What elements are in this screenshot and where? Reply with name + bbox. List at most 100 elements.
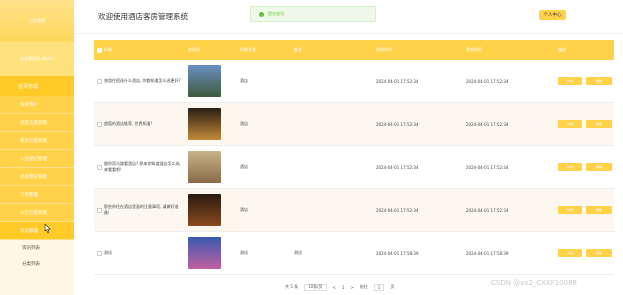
delete-button-label: 删除 — [595, 208, 602, 212]
table-row: 超值的酒店推荐, 世界知道! 酒店 2024-04-01 17:52:34 20… — [94, 103, 614, 146]
sidebar-item-rooms[interactable]: 客房信息管理 — [0, 132, 74, 150]
detail-button[interactable]: 详情 — [558, 249, 582, 257]
row-updated: 2024-04-01 17:52:34 — [466, 207, 509, 213]
table-row: 跟你用马路看酒店? 原来你知道酒店怎么选, 来看看吧! 酒店 2024-04-0… — [94, 146, 614, 189]
header-cell-note: 备注 — [294, 47, 302, 52]
header-cell-updated[interactable]: 更新时间 — [466, 47, 558, 53]
success-check-icon — [259, 11, 264, 17]
delete-button[interactable]: 删除 — [586, 206, 612, 214]
sidebar-subitem-news-list[interactable]: 资讯列表 — [0, 240, 74, 256]
current-page[interactable]: 1 — [342, 285, 345, 290]
header-cell-image: 封面图 — [188, 47, 200, 52]
row-image-cell — [188, 108, 240, 140]
delete-button[interactable]: 删除 — [586, 163, 612, 171]
row-updated: 2024-04-01 17:52:34 — [466, 121, 509, 127]
sidebar-item-hotels[interactable]: 酒店信息管理 — [0, 114, 74, 132]
delete-button[interactable]: 删除 — [586, 120, 612, 128]
news-table: 标题 封面图 所属分类 备注 创建时间 更新时间 操作 旅游住宿选什么酒店, 你… — [94, 40, 614, 275]
sidebar-item-label: 入住登记管理 — [20, 156, 47, 162]
goto-page-input[interactable]: 1 — [373, 283, 385, 291]
sidebar-item-checkin[interactable]: 入住登记管理 — [0, 150, 74, 168]
row-updated: 2024-04-01 17:58:39 — [466, 250, 509, 256]
detail-button[interactable]: 详情 — [558, 206, 582, 214]
row-thumbnail[interactable] — [188, 108, 221, 140]
row-image-cell — [188, 151, 240, 183]
sidebar-item-home[interactable]: 首页管理 — [0, 76, 74, 96]
sidebar: 后台管理 欢迎管理员 admin 首页管理 系统用户 酒店信息管理 客房信息管理… — [0, 0, 74, 295]
row-category: 酒店 — [240, 78, 248, 83]
header-cell-created[interactable]: 创建时间 — [376, 47, 466, 53]
row-actions: 详情 删除 — [558, 120, 614, 128]
user-welcome: 欢迎管理员 admin — [20, 56, 54, 61]
row-select-cell — [94, 250, 102, 256]
page-suffix: 页 — [390, 284, 395, 289]
row-title: 超值的酒店推荐, 世界知道! — [104, 121, 153, 126]
sidebar-subitem-label: 资讯列表 — [22, 246, 40, 251]
page-title: 欢迎使用酒店客房管理系统 — [98, 12, 188, 21]
delete-button-label: 删除 — [595, 79, 602, 83]
row-category: 酒店 — [240, 164, 248, 169]
sidebar-item-label: 客房信息管理 — [20, 138, 47, 144]
mouse-cursor-icon — [44, 224, 51, 233]
row-actions: 详情 删除 — [558, 77, 614, 85]
logo-text: 后台管理 — [29, 18, 45, 23]
row-thumbnail[interactable] — [188, 194, 221, 226]
row-select-cell — [94, 207, 102, 213]
table-header: 标题 封面图 所属分类 备注 创建时间 更新时间 操作 — [94, 40, 614, 60]
sidebar-item-system-users[interactable]: 系统用户 — [0, 96, 74, 114]
detail-button-label: 详情 — [566, 251, 573, 255]
prev-page-button[interactable]: < — [333, 285, 336, 290]
row-actions: 详情 删除 — [558, 249, 614, 257]
row-updated: 2024-04-01 17:52:34 — [466, 78, 509, 84]
page-size-select[interactable]: 10条/页 — [304, 283, 327, 291]
row-created: 2024-04-01 17:52:34 — [376, 207, 419, 213]
delete-button[interactable]: 删除 — [586, 249, 612, 257]
next-page-button[interactable]: > — [350, 285, 353, 290]
row-title: 旅游住宿选什么酒店, 你都知道怎么选更好? — [104, 78, 181, 83]
row-category: 酒店 — [240, 207, 248, 212]
delete-button[interactable]: 删除 — [586, 77, 612, 85]
row-thumbnail[interactable] — [188, 151, 221, 183]
app-window: 后台管理 欢迎管理员 admin 首页管理 系统用户 酒店信息管理 客房信息管理… — [0, 0, 623, 295]
row-image-cell — [188, 194, 240, 226]
sidebar-item-notices[interactable]: 公告信息管理 — [0, 204, 74, 222]
delete-button-label: 删除 — [595, 251, 602, 255]
table-row: 测试 测试 测试 2024-04-01 17:58:39 2024-04-01 … — [94, 232, 614, 275]
row-thumbnail[interactable] — [188, 65, 221, 97]
sidebar-item-label: 系统用户 — [20, 102, 38, 108]
header-cell-category[interactable]: 所属分类 — [240, 47, 294, 53]
row-created: 2024-04-01 17:52:34 — [376, 78, 419, 84]
detail-button[interactable]: 详情 — [558, 120, 582, 128]
profile-button[interactable]: 个人中心 — [539, 10, 566, 20]
detail-button-label: 详情 — [566, 165, 573, 169]
detail-button-label: 详情 — [566, 208, 573, 212]
detail-button[interactable]: 详情 — [558, 163, 582, 171]
header-cell-ops: 操作 — [558, 47, 566, 52]
goto-page-value: 1 — [377, 284, 381, 290]
row-image-cell — [188, 237, 240, 269]
sidebar-item-orders[interactable]: 订单管理 — [0, 186, 74, 204]
profile-button-label: 个人中心 — [543, 13, 562, 18]
sidebar-item-label: 公告信息管理 — [20, 210, 47, 216]
sidebar-item-label: 酒店信息管理 — [20, 120, 47, 126]
table-row: 旅游住宿选什么酒店, 你都知道怎么选更好? 酒店 2024-04-01 17:5… — [94, 60, 614, 103]
sidebar-item-label: 订单管理 — [20, 192, 38, 198]
row-category: 酒店 — [240, 121, 248, 126]
detail-button-label: 详情 — [566, 122, 573, 126]
row-thumbnail[interactable] — [188, 237, 221, 269]
sidebar-subitem-category-list[interactable]: 分类列表 — [0, 256, 74, 272]
sidebar-item-checkout[interactable]: 退房登记管理 — [0, 168, 74, 186]
pagination-total: 共 5 条 — [285, 284, 299, 289]
row-actions: 详情 删除 — [558, 206, 614, 214]
logo: 后台管理 — [0, 0, 74, 42]
sidebar-item-news[interactable]: 资讯管理 — [0, 222, 74, 240]
row-image-cell — [188, 65, 240, 97]
row-note: 测试 — [294, 250, 302, 255]
sidebar-item-label: 资讯管理 — [20, 228, 38, 234]
row-created: 2024-04-01 17:58:39 — [376, 250, 419, 256]
header-cell-select — [94, 47, 102, 53]
header-cell-title[interactable]: 标题 — [102, 47, 188, 53]
detail-button[interactable]: 详情 — [558, 77, 582, 85]
row-updated: 2024-04-01 17:52:34 — [466, 164, 509, 170]
row-created: 2024-04-01 17:52:34 — [376, 121, 419, 127]
